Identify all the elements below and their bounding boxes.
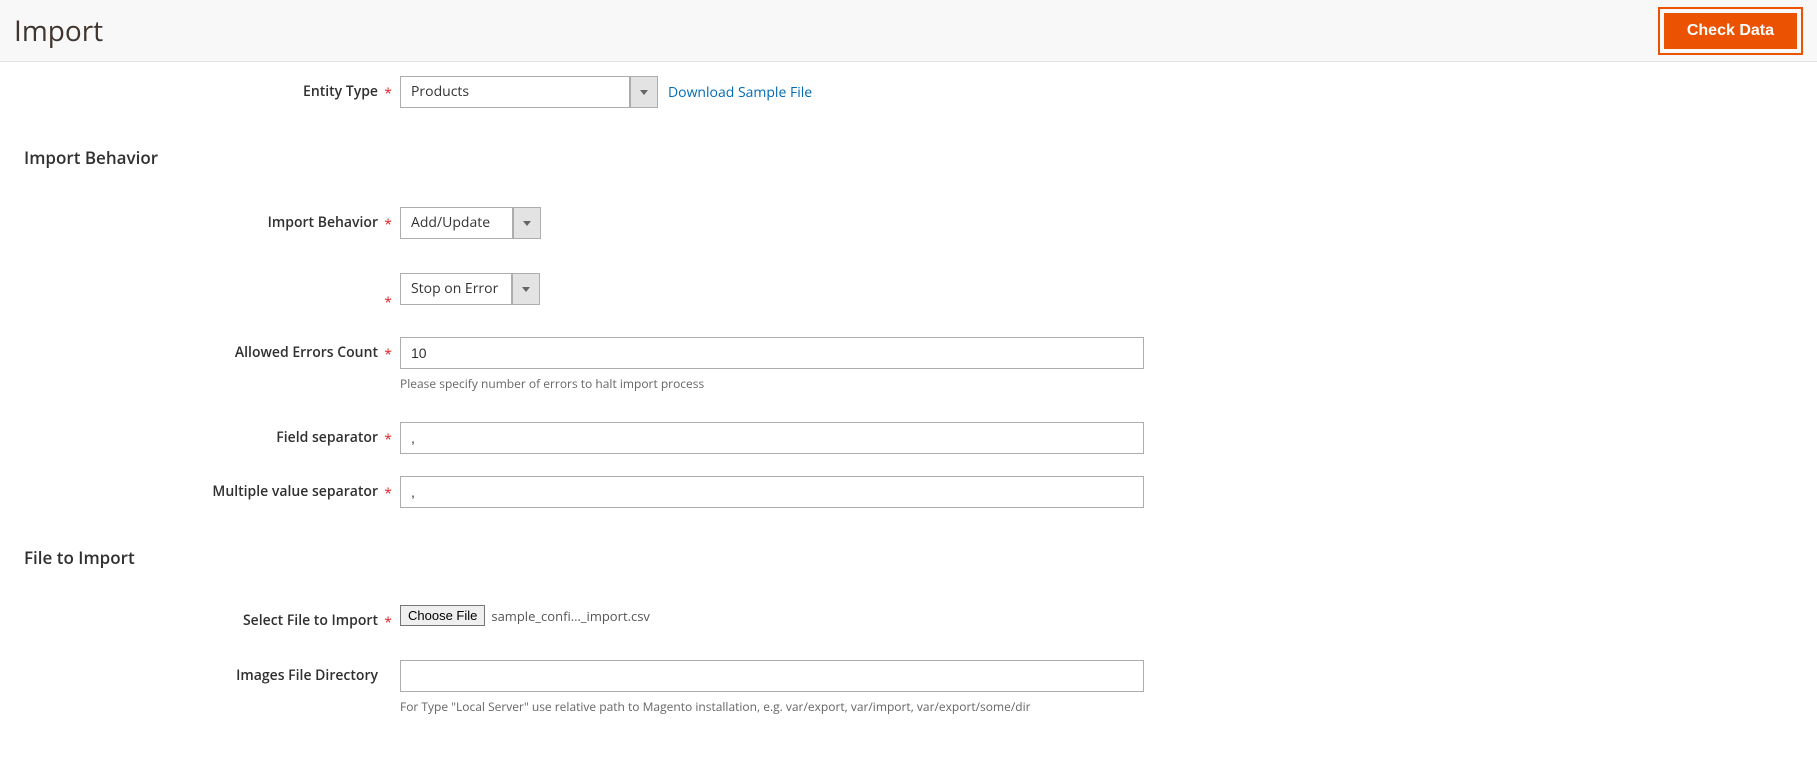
label-validation-strategy: * — [0, 273, 400, 291]
label-images-dir-text: Images File Directory — [236, 666, 378, 685]
multiple-value-separator-input[interactable] — [400, 476, 1144, 508]
row-validation-strategy: * Stop on Error — [0, 273, 1817, 305]
label-import-behavior: Import Behavior * — [0, 207, 400, 232]
field-separator-input[interactable] — [400, 422, 1144, 454]
form-content: Entity Type * Products Download Sample F… — [0, 76, 1817, 755]
required-star: * — [384, 345, 392, 364]
row-select-file: Select File to Import * Choose File samp… — [0, 605, 1817, 630]
choose-file-button[interactable]: Choose File — [400, 605, 485, 626]
allowed-errors-helper: Please specify number of errors to halt … — [400, 375, 1144, 392]
import-behavior-select[interactable]: Add/Update — [400, 207, 541, 239]
chevron-down-icon — [630, 76, 658, 108]
label-allowed-errors: Allowed Errors Count * — [0, 337, 400, 362]
section-import-behavior: Import Behavior — [24, 146, 1817, 169]
row-images-dir: Images File Directory For Type "Local Se… — [0, 660, 1817, 715]
section-file-to-import: File to Import — [24, 546, 1817, 569]
label-multiple-value-separator-text: Multiple value separator — [212, 482, 378, 501]
field-field-separator — [400, 422, 1144, 454]
label-multiple-value-separator: Multiple value separator * — [0, 476, 400, 501]
check-data-highlight: Check Data — [1658, 7, 1803, 55]
required-star: * — [384, 215, 392, 234]
page-title: Import — [14, 12, 103, 50]
entity-type-value: Products — [400, 76, 630, 108]
required-star: * — [384, 293, 392, 312]
row-multiple-value-separator: Multiple value separator * — [0, 476, 1817, 508]
chevron-down-icon — [513, 207, 541, 239]
required-star: * — [384, 84, 392, 103]
label-allowed-errors-text: Allowed Errors Count — [235, 343, 378, 362]
label-select-file-text: Select File to Import — [243, 611, 378, 630]
field-entity-type: Products Download Sample File — [400, 76, 812, 108]
required-star: * — [384, 484, 392, 503]
allowed-errors-input[interactable] — [400, 337, 1144, 369]
required-star: * — [384, 430, 392, 449]
row-entity-type: Entity Type * Products Download Sample F… — [0, 76, 1817, 108]
label-images-dir: Images File Directory — [0, 660, 400, 685]
field-images-dir: For Type "Local Server" use relative pat… — [400, 660, 1144, 715]
label-import-behavior-text: Import Behavior — [268, 213, 378, 232]
label-entity-type-text: Entity Type — [303, 82, 378, 101]
row-allowed-errors: Allowed Errors Count * Please specify nu… — [0, 337, 1817, 392]
field-multiple-value-separator — [400, 476, 1144, 508]
images-dir-input[interactable] — [400, 660, 1144, 692]
download-sample-link[interactable]: Download Sample File — [668, 83, 812, 102]
label-field-separator: Field separator * — [0, 422, 400, 447]
validation-strategy-value: Stop on Error — [400, 273, 512, 305]
import-behavior-value: Add/Update — [400, 207, 513, 239]
validation-strategy-select[interactable]: Stop on Error — [400, 273, 540, 305]
label-select-file: Select File to Import * — [0, 605, 400, 630]
page-header: Import Check Data — [0, 0, 1817, 62]
field-allowed-errors: Please specify number of errors to halt … — [400, 337, 1144, 392]
chevron-down-icon — [512, 273, 540, 305]
entity-type-select[interactable]: Products — [400, 76, 658, 108]
check-data-button[interactable]: Check Data — [1664, 13, 1797, 49]
images-dir-helper: For Type "Local Server" use relative pat… — [400, 698, 1144, 715]
row-import-behavior: Import Behavior * Add/Update — [0, 207, 1817, 239]
field-import-behavior: Add/Update — [400, 207, 541, 239]
required-star: * — [384, 613, 392, 632]
selected-file-name: sample_confi…_import.csv — [491, 607, 650, 625]
field-validation-strategy: Stop on Error — [400, 273, 540, 305]
field-select-file: Choose File sample_confi…_import.csv — [400, 605, 650, 626]
label-field-separator-text: Field separator — [276, 428, 378, 447]
row-field-separator: Field separator * — [0, 422, 1817, 454]
label-entity-type: Entity Type * — [0, 76, 400, 101]
